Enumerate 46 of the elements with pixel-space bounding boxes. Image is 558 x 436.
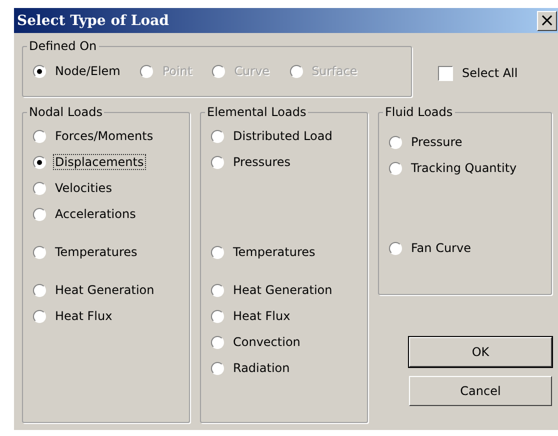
- radio-label: Pressure: [410, 134, 464, 150]
- radio-label: Radiation: [232, 360, 291, 376]
- checkbox[interactable]: [438, 66, 453, 80]
- radio-label: Accelerations: [54, 206, 137, 222]
- radio-label: Heat Flux: [54, 308, 114, 324]
- radio-label: Velocities: [54, 180, 113, 196]
- radio-button[interactable]: [389, 162, 402, 174]
- radio-button[interactable]: [33, 156, 46, 168]
- radio-label: Temperatures: [232, 244, 316, 260]
- radio-label: Distributed Load: [232, 128, 334, 144]
- window-title: Select Type of Load: [17, 12, 169, 28]
- radio-label: Convection: [232, 334, 302, 350]
- group-title: Fluid Loads: [384, 105, 454, 119]
- radio-label: Temperatures: [54, 244, 138, 260]
- radio-button[interactable]: [211, 362, 224, 374]
- radio-button[interactable]: [33, 130, 46, 142]
- radio-button[interactable]: [211, 156, 224, 168]
- radio-label: Fan Curve: [410, 240, 472, 256]
- radio-button[interactable]: [33, 208, 46, 220]
- radio-button[interactable]: [211, 336, 224, 348]
- radio-label: Heat Generation: [54, 282, 156, 298]
- radio-button[interactable]: [389, 136, 402, 148]
- radio-button[interactable]: [33, 182, 46, 194]
- radio-label: Forces/Moments: [54, 128, 154, 144]
- radio-button[interactable]: [211, 284, 224, 296]
- group-title: Nodal Loads: [28, 105, 104, 119]
- radio-button[interactable]: [33, 64, 46, 78]
- radio-button[interactable]: [33, 246, 46, 258]
- group-title: Elemental Loads: [206, 105, 308, 119]
- close-button[interactable]: ×: [537, 10, 557, 30]
- radio-label: Pressures: [232, 154, 292, 170]
- radio-button[interactable]: [211, 130, 224, 142]
- radio-button[interactable]: [389, 242, 402, 254]
- radio-button[interactable]: [33, 310, 46, 322]
- radio-button[interactable]: [33, 284, 46, 296]
- checkbox-label: Select All: [461, 65, 519, 81]
- group-title: Defined On: [28, 39, 98, 53]
- dialog-button[interactable]: Cancel: [409, 376, 552, 406]
- radio-button[interactable]: [211, 310, 224, 322]
- radio-label: Heat Generation: [232, 282, 334, 298]
- radio-label: Heat Flux: [232, 308, 292, 324]
- radio-label: Displacements: [53, 154, 146, 170]
- radio-label: Tracking Quantity: [410, 160, 518, 176]
- radio-button[interactable]: [211, 246, 224, 258]
- dialog-button[interactable]: OK: [409, 337, 552, 367]
- radio-label: Node/Elem: [54, 63, 122, 79]
